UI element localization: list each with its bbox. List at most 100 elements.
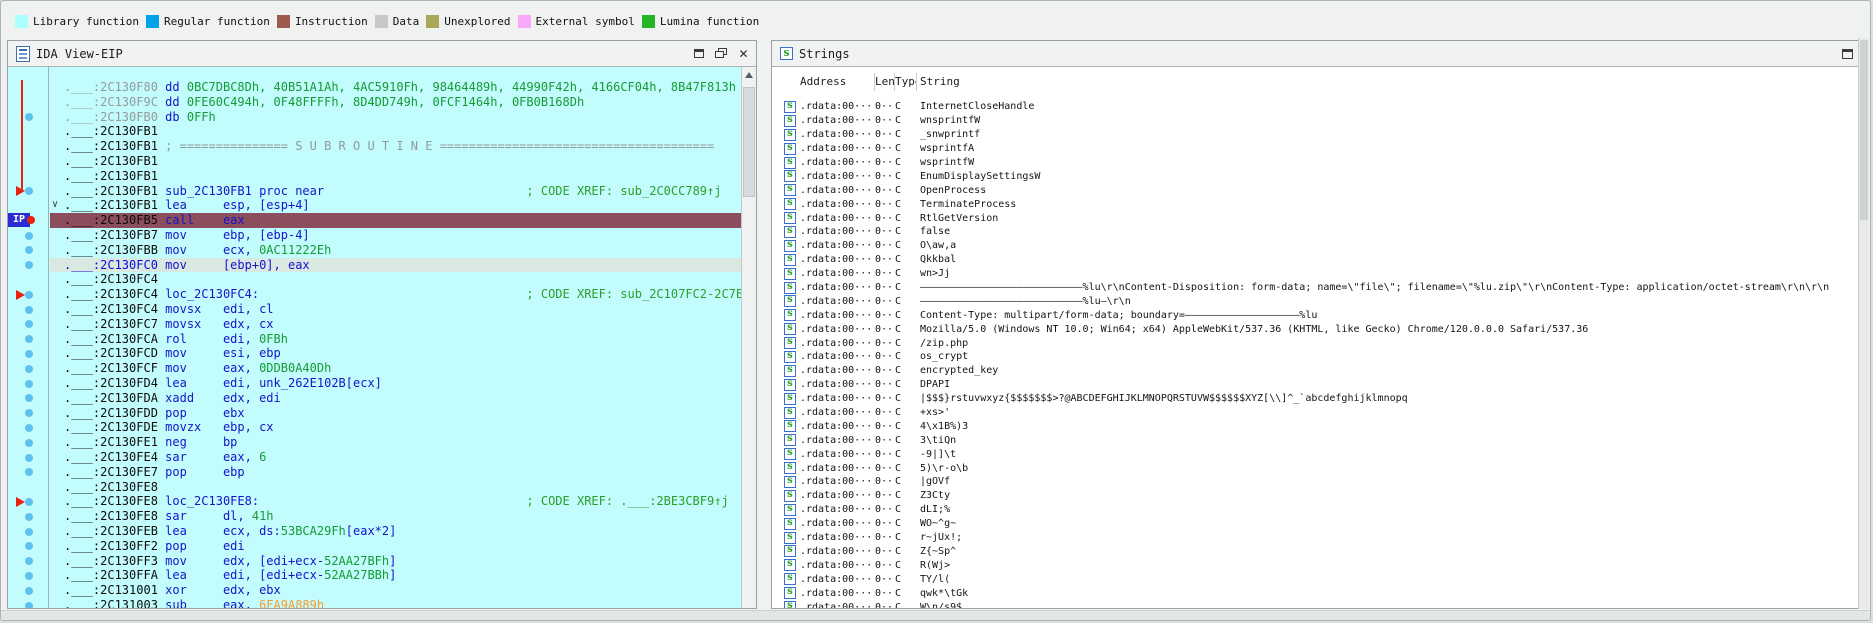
disasm-line[interactable]: .___:2C130FC0 mov [ebp+0], eax	[50, 258, 741, 273]
string-list-item[interactable]: .rdata:00···0···Cencrypted_key	[772, 364, 1858, 378]
disasm-line[interactable]: .___:2C130FB1	[50, 169, 741, 184]
string-list-item[interactable]: .rdata:00···0···CTY/l(	[772, 572, 1858, 586]
disasm-line[interactable]: .___:2C130FE1 neg bp	[50, 435, 741, 450]
string-list-item[interactable]: .rdata:00···0···CO\aw,a	[772, 239, 1858, 253]
string-list-item[interactable]: .rdata:00···0···CWO~^g~	[772, 517, 1858, 531]
string-item-icon	[784, 545, 796, 557]
string-type: C	[895, 254, 917, 265]
string-length: 0···	[875, 463, 895, 474]
string-list-item[interactable]: .rdata:00···0···Cwn>Jj	[772, 267, 1858, 281]
string-list-item[interactable]: .rdata:00···0···CwnsprintfW	[772, 114, 1858, 128]
disassembly-content[interactable]: .___:2C130F80 dd 0BC7DBC8Dh, 40B51A1Ah, …	[8, 67, 741, 608]
string-list-item[interactable]: .rdata:00···0···Cos_crypt	[772, 350, 1858, 364]
string-list-item[interactable]: .rdata:00···0···Cqwk*\tGk	[772, 586, 1858, 600]
string-type: C	[895, 476, 917, 487]
disasm-line[interactable]: .___:2C130FDA xadd edx, edi	[50, 391, 741, 406]
column-header-address[interactable]: Address	[800, 73, 875, 91]
string-list-item[interactable]: .rdata:00···0···C5)\r-o\b	[772, 461, 1858, 475]
strings-titlebar[interactable]: Strings	[772, 41, 1858, 67]
string-list-item[interactable]: .rdata:00···0···C|gOVf	[772, 475, 1858, 489]
disasm-line[interactable]: .___:2C130FB1 sub_2C130FB1 proc near ; C…	[50, 184, 741, 199]
disasm-line[interactable]: .___:2C130FF2 pop edi	[50, 539, 741, 554]
column-header-type[interactable]: Type	[895, 73, 917, 91]
disasm-line[interactable]: .___:2C130FB0 db 0FFh	[50, 110, 741, 125]
scrollbar-thumb[interactable]	[743, 87, 755, 197]
string-list-item[interactable]: .rdata:00···0···CMozilla/5.0 (Windows NT…	[772, 322, 1858, 336]
disasm-line[interactable]: .___:2C130FE7 pop ebp	[50, 465, 741, 480]
disasm-line[interactable]: .___:2C130FE4 sar eax, 6	[50, 450, 741, 465]
disasm-line[interactable]: .___:2C130FC7 movsx edx, cx	[50, 317, 741, 332]
string-list-item[interactable]: .rdata:00···0···CW\n/s9$	[772, 600, 1858, 608]
disasm-line[interactable]: .___:2C130FB5 call eax	[50, 213, 741, 228]
close-button[interactable]: ✕	[737, 48, 750, 60]
string-type: C	[895, 185, 917, 196]
column-header-string[interactable]: String	[917, 73, 960, 91]
string-list-item[interactable]: .rdata:00···0···CInternetCloseHandle	[772, 100, 1858, 114]
string-list-item[interactable]: .rdata:00···0···CZ{~Sp^	[772, 545, 1858, 559]
string-list-item[interactable]: .rdata:00···0···C/zip.php	[772, 336, 1858, 350]
disasm-line[interactable]: .___:2C130FBB mov ecx, 0AC11222Eh	[50, 243, 741, 258]
disasm-line[interactable]: .___:2C131003 sub eax, 6FA9A889h	[50, 598, 741, 608]
disasm-line[interactable]: .___:2C130FDE movzx ebp, cx	[50, 420, 741, 435]
disasm-line[interactable]: .___:2C130F80 dd 0BC7DBC8Dh, 40B51A1Ah, …	[50, 80, 741, 95]
disasm-line[interactable]: .___:2C130FB1	[50, 124, 741, 139]
disasm-line[interactable]: .___:2C130FB1 ; =============== S U B R …	[50, 139, 741, 154]
disasm-line[interactable]: .___:2C130FC4	[50, 272, 741, 287]
string-value: TY/l(	[917, 574, 1858, 585]
disasm-line[interactable]: .___:2C130F9C dd 0FE60C494h, 0F48FFFFh, …	[50, 95, 741, 110]
disasm-line[interactable]: .___:2C130FE8	[50, 480, 741, 495]
disasm-line[interactable]: .___:2C130FCD mov esi, ebp	[50, 346, 741, 361]
string-length: 0···	[875, 143, 895, 154]
string-list-item[interactable]: .rdata:00···0···C———————————————————————…	[772, 294, 1858, 308]
string-list-item[interactable]: .rdata:00···0···CQkkbal	[772, 253, 1858, 267]
string-list-item[interactable]: .rdata:00···0···CdLI;%	[772, 503, 1858, 517]
string-list-item[interactable]: .rdata:00···0···CwsprintfW	[772, 156, 1858, 170]
string-list-item[interactable]: .rdata:00···0···CwsprintfA	[772, 142, 1858, 156]
strings-vertical-scrollbar[interactable]	[1858, 38, 1869, 609]
string-list-item[interactable]: .rdata:00···0···Cr~jUx!;	[772, 531, 1858, 545]
disasm-line[interactable]: .___:2C130FCF mov eax, 0DDB0A40Dh	[50, 361, 741, 376]
scrollbar-thumb[interactable]	[1860, 40, 1868, 220]
disassembly-vertical-scrollbar[interactable]	[741, 67, 756, 608]
string-list-item[interactable]: .rdata:00···0···C4\x1B%)3	[772, 419, 1858, 433]
disasm-line[interactable]: .___:2C130FB1 lea esp, [esp+4]	[50, 198, 741, 213]
disasm-line[interactable]: .___:2C130FB7 mov ebp, [ebp-4]	[50, 228, 741, 243]
disasm-line[interactable]: .___:2C130FC4 loc_2C130FC4: ; CODE XREF:…	[50, 287, 741, 302]
string-list-item[interactable]: .rdata:00···0···C———————————————————————…	[772, 281, 1858, 295]
string-list-item[interactable]: .rdata:00···0···C_snwprintf	[772, 128, 1858, 142]
string-list-item[interactable]: .rdata:00···0···CR(Wj>	[772, 558, 1858, 572]
string-list-item[interactable]: .rdata:00···0···CDPAPI	[772, 378, 1858, 392]
disasm-line[interactable]: .___:2C130FC4 movsx edi, cl	[50, 302, 741, 317]
disasm-line[interactable]: .___:2C130FF3 mov edx, [edi+ecx-52AA27BF…	[50, 554, 741, 569]
string-list-item[interactable]: .rdata:00···0···C-9|]\t	[772, 447, 1858, 461]
float-button[interactable]	[715, 48, 728, 60]
string-address: .rdata:00···	[800, 115, 875, 126]
string-value: WO~^g~	[917, 518, 1858, 529]
disasm-line[interactable]: .___:2C130FEB lea ecx, ds:53BCA29Fh[eax*…	[50, 524, 741, 539]
string-list-item[interactable]: .rdata:00···0···C3\tiQn	[772, 433, 1858, 447]
string-list-item[interactable]: .rdata:00···0···C|$$$}rstuvwxyz{$$$$$$$>…	[772, 392, 1858, 406]
string-list-item[interactable]: .rdata:00···0···CContent-Type: multipart…	[772, 308, 1858, 322]
column-header-length[interactable]: Length	[875, 73, 895, 91]
string-list-item[interactable]: .rdata:00···0···CZ3Cty	[772, 489, 1858, 503]
disasm-line[interactable]: .___:2C130FE8 loc_2C130FE8: ; CODE XREF:…	[50, 494, 741, 509]
string-list-item[interactable]: .rdata:00···0···CRtlGetVersion	[772, 211, 1858, 225]
strings-float-button[interactable]	[1842, 49, 1853, 59]
maximize-button[interactable]	[693, 48, 706, 60]
disasm-line[interactable]: .___:2C130FE8 sar dl, 41h	[50, 509, 741, 524]
disasm-line[interactable]: .___:2C130FFA lea edi, [edi+ecx-52AA27BB…	[50, 568, 741, 583]
string-item-icon	[784, 518, 796, 530]
string-list-item[interactable]: .rdata:00···0···CEnumDisplaySettingsW	[772, 169, 1858, 183]
string-type: C	[895, 602, 917, 609]
string-list-item[interactable]: .rdata:00···0···COpenProcess	[772, 183, 1858, 197]
disasm-line[interactable]: .___:2C130FCA rol edi, 0FBh	[50, 332, 741, 347]
ida-view-titlebar[interactable]: IDA View-EIP ✕	[8, 41, 756, 67]
disasm-line[interactable]: .___:2C130FD4 lea edi, unk_262E102B[ecx]	[50, 376, 741, 391]
disasm-line[interactable]: .___:2C130FB1	[50, 154, 741, 169]
string-list-item[interactable]: .rdata:00···0···CTerminateProcess	[772, 197, 1858, 211]
disasm-line[interactable]: .___:2C131001 xor edx, ebx	[50, 583, 741, 598]
string-list-item[interactable]: .rdata:00···0···Cfalse	[772, 225, 1858, 239]
scroll-up-arrow-icon[interactable]	[745, 72, 753, 78]
disasm-line[interactable]: .___:2C130FDD pop ebx	[50, 406, 741, 421]
string-list-item[interactable]: .rdata:00···0···C+xs>'	[772, 406, 1858, 420]
